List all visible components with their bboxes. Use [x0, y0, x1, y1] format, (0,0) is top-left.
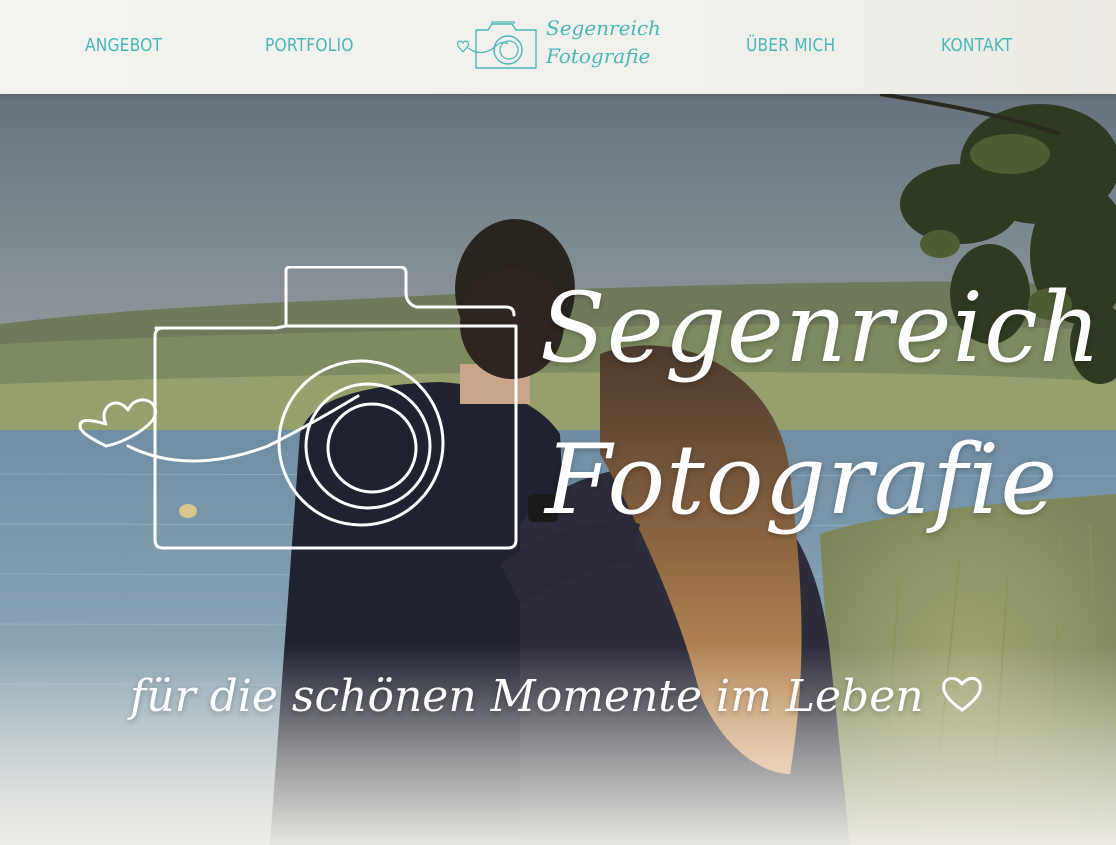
nav-link-kontakt[interactable]: KONTAKT [941, 32, 1013, 60]
camera-heart-icon [456, 21, 537, 69]
hero-tagline: für die schönen Momente im Leben [130, 671, 924, 722]
hero-title-line1: Segenreich [540, 272, 1102, 384]
site-header: ANGEBOT PORTFOLIO Segenreich Fotografie … [0, 0, 1116, 94]
hero-section: Segenreich Fotografie für die schönen Mo… [0, 94, 1116, 845]
nav-link-ueber-mich[interactable]: ÜBER MICH [746, 32, 835, 60]
nav-link-angebot[interactable]: ANGEBOT [85, 32, 162, 60]
header-logo[interactable]: Segenreich Fotografie [456, 12, 661, 74]
header-logo-line2: Fotografie [546, 44, 651, 68]
heart-outline-icon [942, 676, 982, 712]
camera-heart-logo-icon [78, 266, 518, 550]
nav-link-portfolio[interactable]: PORTFOLIO [265, 32, 354, 60]
header-logo-line1: Segenreich [546, 16, 661, 40]
hero-title-line2: Fotografie [545, 424, 1059, 536]
